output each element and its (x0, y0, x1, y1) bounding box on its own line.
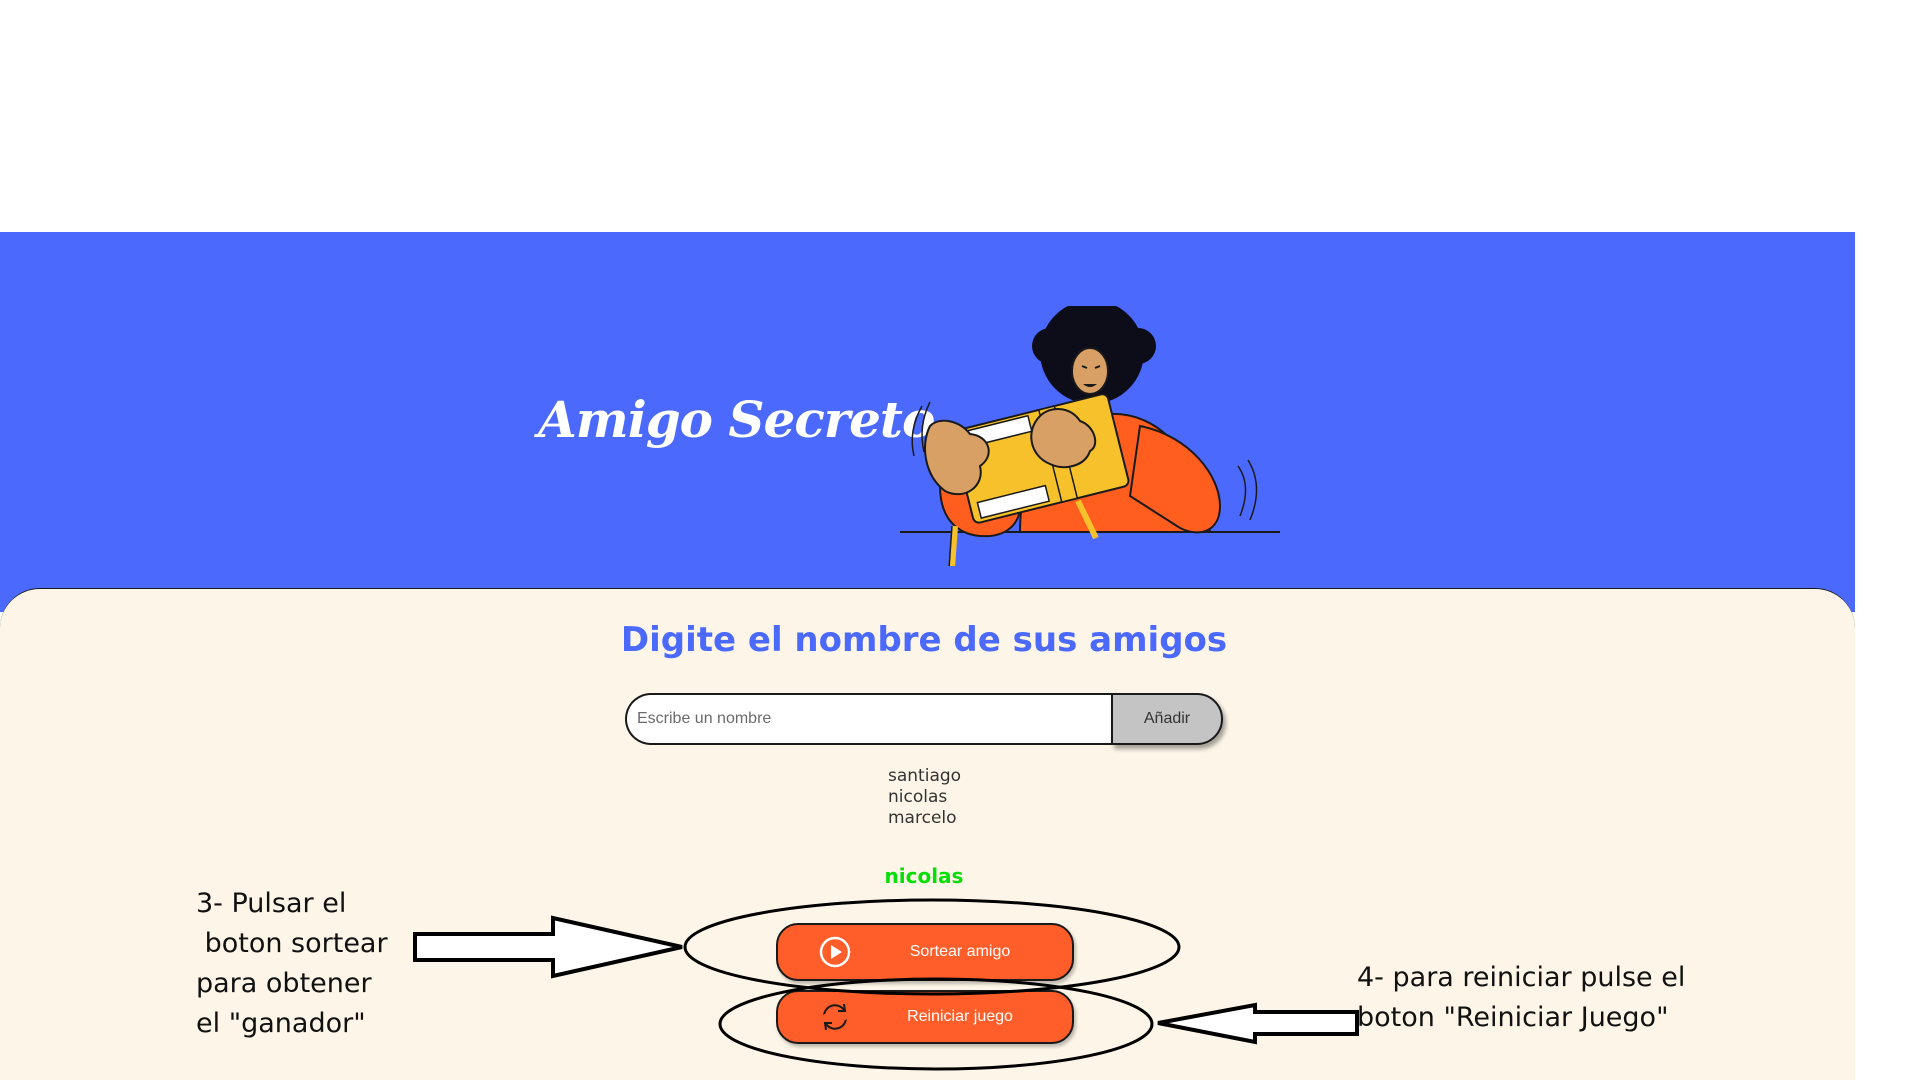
annotation-line: el "ganador" (196, 1008, 366, 1039)
annotation-step-4: 4- para reiniciar pulse el boton "Reinic… (1357, 958, 1717, 1038)
draw-button-label: Sortear amigo (909, 943, 1011, 960)
app-title: Amigo Secreto (538, 390, 935, 449)
reset-button-label: Reiniciar juego (907, 1008, 1013, 1025)
annotation-line: 4- para reiniciar pulse el (1357, 962, 1686, 993)
annotation-line: para obtener (196, 968, 372, 999)
section-heading: Digite el nombre de sus amigos (620, 620, 1228, 660)
draw-friend-button[interactable]: Sortear amigo (776, 923, 1074, 981)
friends-list: santiago nicolas marcelo (888, 766, 961, 829)
reset-game-button[interactable]: Reiniciar juego (776, 990, 1074, 1044)
reset-icon (822, 1003, 848, 1031)
app-page: Amigo Secreto Digite el nombre de sus am… (0, 0, 1920, 1080)
play-circle-icon (819, 936, 851, 968)
add-friend-form: Añadir (625, 693, 1223, 745)
annotation-step-3: 3- Pulsar el boton sortear para obtener … (196, 884, 436, 1044)
friend-name-input[interactable] (625, 693, 1111, 745)
add-button[interactable]: Añadir (1111, 693, 1223, 745)
annotation-line: boton sortear (196, 928, 388, 959)
annotation-line: 3- Pulsar el (196, 888, 347, 919)
person-with-gift-illustration (900, 306, 1280, 566)
friend-item: nicolas (888, 787, 948, 807)
friend-item: santiago (888, 766, 962, 786)
friend-item: marcelo (888, 808, 957, 828)
annotation-line: boton "Reiniciar Juego" (1357, 1002, 1669, 1033)
